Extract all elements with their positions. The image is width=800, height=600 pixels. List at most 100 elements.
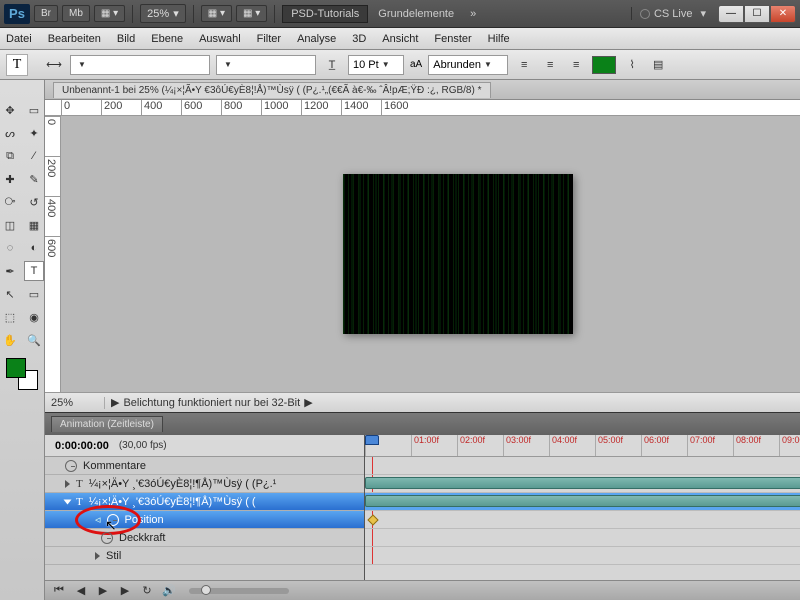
- menu-ansicht[interactable]: Ansicht: [382, 33, 418, 45]
- play-icon[interactable]: ▶: [95, 584, 111, 598]
- eraser-tool-icon[interactable]: ◫: [0, 215, 20, 235]
- marquee-tool-icon[interactable]: ▭: [24, 100, 44, 120]
- window-controls: — ☐ ✕: [718, 5, 796, 23]
- menu-bild[interactable]: Bild: [117, 33, 135, 45]
- align-center-icon[interactable]: ≡: [540, 55, 560, 75]
- current-time[interactable]: 0:00:00:00 (30,00 fps): [45, 435, 364, 457]
- disclosure-triangle-icon[interactable]: [95, 552, 100, 560]
- zoom-slider[interactable]: [189, 588, 289, 594]
- eyedropper-tool-icon[interactable]: ⁄: [24, 146, 44, 166]
- antialias-dropdown[interactable]: Abrunden▼: [428, 55, 508, 75]
- canvas[interactable]: [61, 116, 800, 392]
- history-brush-icon[interactable]: ↺: [24, 192, 44, 212]
- track-position[interactable]: [365, 511, 800, 529]
- arrange-button[interactable]: ▦ ▾: [201, 5, 232, 22]
- track-layer-a[interactable]: [365, 475, 800, 493]
- bridge-button[interactable]: Br: [34, 5, 58, 22]
- stopwatch-icon[interactable]: [65, 460, 77, 472]
- dodge-tool-icon[interactable]: ◐: [24, 238, 44, 258]
- stamp-tool-icon[interactable]: ⧂: [0, 192, 20, 212]
- screenmode-button[interactable]: ▦ ▾: [94, 5, 125, 22]
- rewind-icon[interactable]: ⏮: [51, 584, 67, 598]
- heal-tool-icon[interactable]: ✚: [0, 169, 20, 189]
- menu-analyse[interactable]: Analyse: [297, 33, 336, 45]
- type-tool-icon[interactable]: T: [24, 261, 44, 281]
- warp-text-icon[interactable]: ⌇: [622, 55, 642, 75]
- prev-frame-icon[interactable]: ◀: [73, 584, 89, 598]
- row-position[interactable]: ◃ Position ↖: [45, 511, 364, 529]
- menu-hilfe[interactable]: Hilfe: [488, 33, 510, 45]
- track-comments[interactable]: [365, 457, 800, 475]
- menu-fenster[interactable]: Fenster: [434, 33, 471, 45]
- workspace-psdtutorials[interactable]: PSD-Tutorials: [282, 5, 368, 23]
- row-comments[interactable]: Kommentare: [45, 457, 364, 475]
- row-opacity[interactable]: Deckkraft: [45, 529, 364, 547]
- hand-tool-icon[interactable]: ✋: [0, 330, 20, 350]
- character-panel-icon[interactable]: ▤: [648, 55, 668, 75]
- minimize-button[interactable]: —: [718, 5, 744, 23]
- menu-auswahl[interactable]: Auswahl: [199, 33, 241, 45]
- wand-tool-icon[interactable]: ✦: [24, 123, 44, 143]
- foreground-color[interactable]: [6, 358, 26, 378]
- menu-bearbeiten[interactable]: Bearbeiten: [48, 33, 101, 45]
- minibridge-button[interactable]: Mb: [62, 5, 90, 22]
- extras-button[interactable]: ▦ ▾: [236, 5, 267, 22]
- font-style-dropdown[interactable]: ▼: [216, 55, 316, 75]
- status-message: ▶Belichtung funktioniert nur bei 32-Bit▶: [105, 396, 319, 409]
- ruler-vertical[interactable]: 0200400600: [45, 116, 61, 392]
- maximize-button[interactable]: ☐: [744, 5, 770, 23]
- track-style[interactable]: [365, 547, 800, 565]
- align-left-icon[interactable]: ≡: [514, 55, 534, 75]
- panel-header[interactable]: Animation (Zeitleiste): [45, 413, 800, 435]
- ruler-horizontal[interactable]: 02004006008001000120014001600: [45, 100, 800, 116]
- keyframe-diamond-icon[interactable]: [367, 514, 378, 525]
- crop-tool-icon[interactable]: ⧉: [0, 146, 20, 166]
- loop-icon[interactable]: ↻: [139, 584, 155, 598]
- time-ruler[interactable]: 01:00f 02:00f 03:00f 04:00f 05:00f 06:00…: [365, 435, 800, 457]
- text-orientation-icon[interactable]: ⟷: [44, 55, 64, 75]
- timeline-tracks[interactable]: 01:00f 02:00f 03:00f 04:00f 05:00f 06:00…: [365, 435, 800, 580]
- menu-datei[interactable]: Datei: [6, 33, 32, 45]
- cslive-button[interactable]: CS Live▾: [631, 7, 714, 20]
- font-family-dropdown[interactable]: ▼: [70, 55, 210, 75]
- 3d-tool-icon[interactable]: ⬚: [0, 307, 20, 327]
- shape-tool-icon[interactable]: ▭: [24, 284, 44, 304]
- row-style[interactable]: Stil: [45, 547, 364, 565]
- blur-tool-icon[interactable]: ◌: [0, 238, 20, 258]
- active-tool-icon[interactable]: T: [6, 54, 28, 76]
- zoom-tool-icon[interactable]: 🔍: [24, 330, 44, 350]
- brush-tool-icon[interactable]: ✎: [24, 169, 44, 189]
- workspace-chevron-icon[interactable]: »: [464, 8, 482, 20]
- path-select-icon[interactable]: ↖: [0, 284, 20, 304]
- lasso-tool-icon[interactable]: ᔕ: [0, 123, 20, 143]
- font-size-dropdown[interactable]: 10 Pt▼: [348, 55, 404, 75]
- audio-icon[interactable]: 🔊: [161, 584, 177, 598]
- row-layer-b-selected[interactable]: T ¼¡×¦Ä•Y ¸'€3óÚ€yÈ8¦!¶Å)™Ùsÿ ( (: [45, 493, 364, 511]
- disclosure-triangle-icon[interactable]: [65, 480, 70, 488]
- document-tab[interactable]: Unbenannt-1 bei 25% (¼¡×¦Ã•Y €3ôÚ€yÈ8¦!Å…: [53, 82, 491, 98]
- close-button[interactable]: ✕: [770, 5, 796, 23]
- align-right-icon[interactable]: ≡: [566, 55, 586, 75]
- zoom-level-dropdown[interactable]: 25%▾: [140, 4, 186, 23]
- status-zoom[interactable]: 25%: [45, 397, 105, 409]
- row-layer-a[interactable]: T ¼¡×¦Ä•Y ¸'€3óÚ€yÈ8¦!¶Å)™Ùsÿ ( (P¿.¹: [45, 475, 364, 493]
- toolbox: ✥ ▭ ᔕ ✦ ⧉ ⁄ ✚ ✎ ⧂ ↺ ◫ ▦ ◌ ◐ ✒ T ↖ ▭ ⬚ ◉ …: [0, 80, 45, 600]
- workspace-grundelemente[interactable]: Grundelemente: [372, 8, 460, 20]
- text-color-swatch[interactable]: [592, 56, 616, 74]
- menu-filter[interactable]: Filter: [257, 33, 281, 45]
- menu-3d[interactable]: 3D: [352, 33, 366, 45]
- track-opacity[interactable]: [365, 529, 800, 547]
- panel-tab-animation[interactable]: Animation (Zeitleiste): [51, 416, 163, 432]
- track-layer-b[interactable]: [365, 493, 800, 511]
- 3dcamera-tool-icon[interactable]: ◉: [24, 307, 44, 327]
- playhead[interactable]: [365, 435, 379, 456]
- disclosure-triangle-open-icon[interactable]: [64, 499, 72, 504]
- stopwatch-icon[interactable]: [101, 532, 113, 544]
- color-swatch[interactable]: [6, 358, 38, 390]
- move-tool-icon[interactable]: ✥: [0, 100, 20, 120]
- stopwatch-icon[interactable]: [107, 514, 119, 526]
- next-frame-icon[interactable]: ▶: [117, 584, 133, 598]
- menu-ebene[interactable]: Ebene: [151, 33, 183, 45]
- gradient-tool-icon[interactable]: ▦: [24, 215, 44, 235]
- pen-tool-icon[interactable]: ✒: [0, 261, 20, 281]
